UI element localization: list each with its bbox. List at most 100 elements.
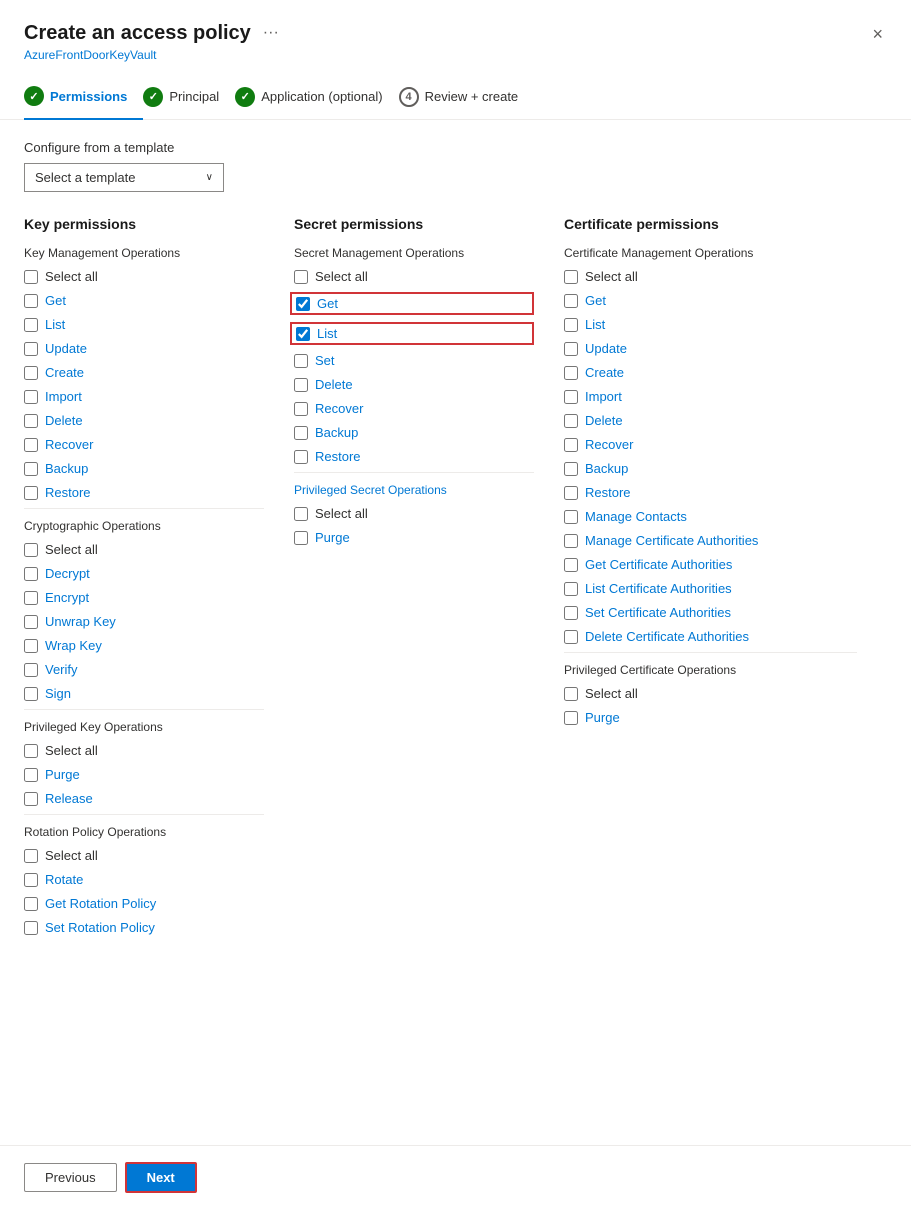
cert-manage-contacts-label: Manage Contacts — [585, 509, 687, 524]
secret-delete-checkbox[interactable] — [294, 378, 308, 392]
cert-delete-label: Delete — [585, 413, 623, 428]
cert-update-row: Update — [564, 340, 857, 357]
rotation-set-label: Set Rotation Policy — [45, 920, 155, 935]
step-review[interactable]: 4 Review + create — [399, 87, 535, 119]
secret-recover-checkbox[interactable] — [294, 402, 308, 416]
secret-set-row: Set — [294, 352, 534, 369]
cert-backup-checkbox[interactable] — [564, 462, 578, 476]
crypto-sign-checkbox[interactable] — [24, 687, 38, 701]
secret-select-all-checkbox[interactable] — [294, 270, 308, 284]
step-permissions-icon: ✓ — [24, 86, 44, 106]
key-delete-row: Delete — [24, 412, 264, 429]
key-delete-checkbox[interactable] — [24, 414, 38, 428]
key-create-checkbox[interactable] — [24, 366, 38, 380]
rotation-select-all-checkbox[interactable] — [24, 849, 38, 863]
next-button[interactable]: Next — [125, 1162, 197, 1193]
key-recover-row: Recover — [24, 436, 264, 453]
secret-list-label: List — [317, 326, 337, 341]
cert-import-checkbox[interactable] — [564, 390, 578, 404]
crypto-select-all-checkbox[interactable] — [24, 543, 38, 557]
crypto-select-all-row: Select all — [24, 541, 264, 558]
cert-update-checkbox[interactable] — [564, 342, 578, 356]
crypto-decrypt-checkbox[interactable] — [24, 567, 38, 581]
cert-restore-checkbox[interactable] — [564, 486, 578, 500]
cert-restore-row: Restore — [564, 484, 857, 501]
privileged-cert-section-title: Privileged Certificate Operations — [564, 663, 857, 677]
dialog-title-area: Create an access policy ··· AzureFrontDo… — [24, 20, 283, 62]
secret-backup-row: Backup — [294, 424, 534, 441]
secret-get-label: Get — [317, 296, 338, 311]
cert-set-ca-label: Set Certificate Authorities — [585, 605, 731, 620]
cert-manage-contacts-checkbox[interactable] — [564, 510, 578, 524]
crypto-verify-checkbox[interactable] — [24, 663, 38, 677]
rotation-rotate-checkbox[interactable] — [24, 873, 38, 887]
secret-restore-checkbox[interactable] — [294, 450, 308, 464]
step-permissions[interactable]: ✓ Permissions — [24, 86, 143, 120]
privsecret-select-all-checkbox[interactable] — [294, 507, 308, 521]
cert-select-all-checkbox[interactable] — [564, 270, 578, 284]
cert-list-checkbox[interactable] — [564, 318, 578, 332]
privkey-release-checkbox[interactable] — [24, 792, 38, 806]
step-review-icon: 4 — [399, 87, 419, 107]
secret-set-label: Set — [315, 353, 335, 368]
close-button[interactable]: × — [868, 20, 887, 49]
key-restore-checkbox[interactable] — [24, 486, 38, 500]
crypto-wrapkey-checkbox[interactable] — [24, 639, 38, 653]
cert-get-checkbox[interactable] — [564, 294, 578, 308]
secret-delete-row: Delete — [294, 376, 534, 393]
rotation-set-checkbox[interactable] — [24, 921, 38, 935]
cert-recover-checkbox[interactable] — [564, 438, 578, 452]
crypto-encrypt-label: Encrypt — [45, 590, 89, 605]
key-get-checkbox[interactable] — [24, 294, 38, 308]
key-management-section-title: Key Management Operations — [24, 246, 264, 260]
secret-list-checkbox[interactable] — [296, 327, 310, 341]
secret-set-checkbox[interactable] — [294, 354, 308, 368]
more-options-button[interactable]: ··· — [259, 20, 283, 46]
privcert-purge-checkbox[interactable] — [564, 711, 578, 725]
step-application-label: Application (optional) — [261, 89, 382, 104]
cert-delete-ca-row: Delete Certificate Authorities — [564, 628, 857, 645]
crypto-encrypt-checkbox[interactable] — [24, 591, 38, 605]
step-principal-icon: ✓ — [143, 87, 163, 107]
cert-set-ca-checkbox[interactable] — [564, 606, 578, 620]
dialog-footer: Previous Next — [0, 1145, 911, 1209]
cert-delete-checkbox[interactable] — [564, 414, 578, 428]
key-select-all-checkbox[interactable] — [24, 270, 38, 284]
privkey-purge-checkbox[interactable] — [24, 768, 38, 782]
privsecret-purge-checkbox[interactable] — [294, 531, 308, 545]
crypto-unwrapkey-checkbox[interactable] — [24, 615, 38, 629]
cert-backup-row: Backup — [564, 460, 857, 477]
privcert-select-all-checkbox[interactable] — [564, 687, 578, 701]
key-backup-checkbox[interactable] — [24, 462, 38, 476]
permissions-grid: Key permissions Key Management Operation… — [24, 216, 887, 943]
privkey-select-all-checkbox[interactable] — [24, 744, 38, 758]
key-list-row: List — [24, 316, 264, 333]
cert-get-row: Get — [564, 292, 857, 309]
rotation-section-title: Rotation Policy Operations — [24, 825, 264, 839]
secret-restore-row: Restore — [294, 448, 534, 465]
cert-delete-ca-checkbox[interactable] — [564, 630, 578, 644]
rotation-select-all-label: Select all — [45, 848, 98, 863]
secret-delete-label: Delete — [315, 377, 353, 392]
template-dropdown[interactable]: Select a template ∨ — [24, 163, 224, 192]
dialog-title: Create an access policy — [24, 22, 251, 45]
key-update-checkbox[interactable] — [24, 342, 38, 356]
key-recover-checkbox[interactable] — [24, 438, 38, 452]
cert-list-ca-checkbox[interactable] — [564, 582, 578, 596]
cert-create-checkbox[interactable] — [564, 366, 578, 380]
rotation-get-checkbox[interactable] — [24, 897, 38, 911]
key-get-row: Get — [24, 292, 264, 309]
secret-select-all-row: Select all — [294, 268, 534, 285]
cert-get-ca-checkbox[interactable] — [564, 558, 578, 572]
step-principal[interactable]: ✓ Principal — [143, 87, 235, 119]
previous-button[interactable]: Previous — [24, 1163, 117, 1192]
step-application[interactable]: ✓ Application (optional) — [235, 87, 398, 119]
step-permissions-label: Permissions — [50, 89, 127, 104]
cert-manage-ca-checkbox[interactable] — [564, 534, 578, 548]
secret-get-checkbox[interactable] — [296, 297, 310, 311]
cert-management-section-title: Certificate Management Operations — [564, 246, 857, 260]
secret-backup-checkbox[interactable] — [294, 426, 308, 440]
key-list-checkbox[interactable] — [24, 318, 38, 332]
cert-restore-label: Restore — [585, 485, 631, 500]
key-import-checkbox[interactable] — [24, 390, 38, 404]
